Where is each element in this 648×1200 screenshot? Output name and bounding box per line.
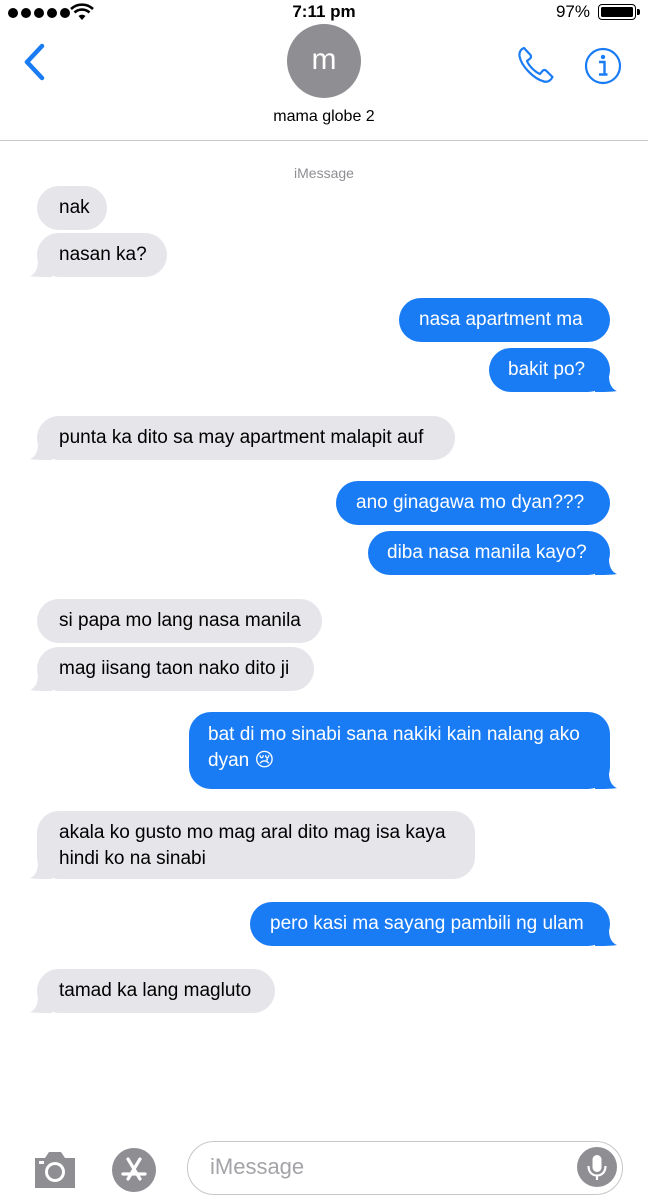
bubble-tail [30, 669, 52, 691]
bubble-tail [30, 438, 52, 460]
info-icon[interactable] [584, 47, 622, 85]
message-text: si papa mo lang nasa manila [59, 610, 301, 631]
message-bubble-outgoing[interactable]: bakit po? [489, 348, 617, 392]
message-text: nasa apartment ma [419, 309, 583, 330]
message-bubble-incoming[interactable]: mag iisang taon nako dito ji [30, 647, 314, 691]
message-bubble-incoming[interactable]: punta ka dito sa may apartment malapit a… [30, 416, 455, 460]
message-bubble-outgoing[interactable]: ano ginagawa mo dyan??? [336, 481, 610, 525]
message-text: bat di mo sinabi sana nakiki kain nalang… [208, 724, 580, 771]
conversation-header: m mama globe 2 [0, 0, 648, 141]
message-text: akala ko gusto mo mag aral dito mag isa … [59, 822, 446, 869]
bubble-tail [595, 767, 617, 789]
message-text: nasan ka? [59, 244, 147, 265]
phone-icon[interactable] [515, 44, 557, 86]
camera-icon[interactable] [32, 1148, 78, 1190]
bubble-tail [595, 924, 617, 946]
message-text: pero kasi ma sayang pambili ng ulam [270, 913, 584, 934]
bubble-tail [30, 857, 52, 879]
message-bubble-outgoing[interactable]: pero kasi ma sayang pambili ng ulam [250, 902, 617, 946]
message-input-placeholder: iMessage [210, 1154, 305, 1179]
message-bubble-incoming[interactable]: nak [37, 186, 107, 230]
app-store-icon[interactable] [108, 1145, 160, 1195]
contact-name[interactable]: mama globe 2 [0, 108, 648, 126]
message-bubble-outgoing[interactable]: diba nasa manila kayo? [368, 531, 617, 575]
message-input[interactable]: iMessage [187, 1141, 623, 1195]
message-bubble-incoming[interactable]: tamad ka lang magluto [30, 969, 275, 1013]
chevron-left-icon[interactable] [18, 40, 50, 84]
avatar[interactable]: m [287, 24, 361, 98]
message-text: ano ginagawa mo dyan??? [356, 492, 585, 513]
message-text: tamad ka lang magluto [59, 980, 252, 1001]
message-bubble-outgoing[interactable]: bat di mo sinabi sana nakiki kain nalang… [189, 712, 617, 789]
message-text: bakit po? [508, 359, 586, 380]
message-text: diba nasa manila kayo? [387, 542, 587, 563]
service-label: iMessage [294, 165, 354, 181]
message-bubble-incoming[interactable]: nasan ka? [30, 233, 167, 277]
message-text: nak [59, 197, 90, 218]
message-bubble-incoming[interactable]: akala ko gusto mo mag aral dito mag isa … [30, 811, 475, 879]
microphone-icon[interactable] [576, 1146, 618, 1188]
bubble-tail [30, 255, 52, 277]
bubble-tail [595, 553, 617, 575]
bubble-tail [30, 991, 52, 1013]
bubble-tail [595, 370, 617, 392]
message-text: punta ka dito sa may apartment malapit a… [59, 427, 424, 448]
message-bubble-incoming[interactable]: si papa mo lang nasa manila [37, 599, 322, 643]
message-bubble-outgoing[interactable]: nasa apartment ma [399, 298, 610, 342]
message-text: mag iisang taon nako dito ji [59, 658, 290, 679]
